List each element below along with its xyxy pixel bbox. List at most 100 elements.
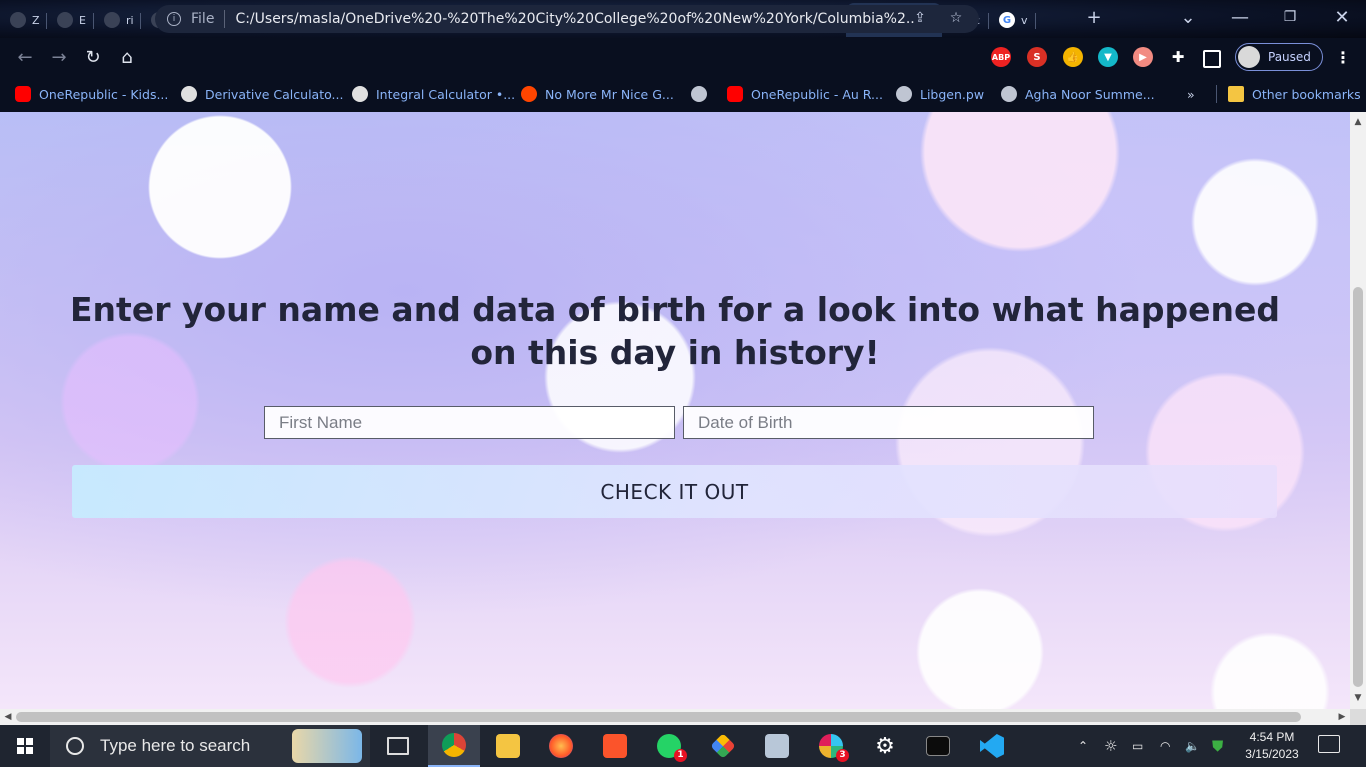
horizontal-scrollbar[interactable]: ◀ ▶ (0, 709, 1350, 725)
brave-icon (603, 734, 627, 758)
scroll-right-arrow-icon[interactable]: ▶ (1334, 709, 1350, 725)
bookmark-item[interactable]: OneRepublic - Au R... (727, 85, 883, 103)
security-shield-icon[interactable]: ⛊ (1212, 725, 1223, 767)
youtube-icon (15, 86, 31, 102)
vscode-icon (980, 734, 1004, 758)
reload-button[interactable]: ↻ (76, 40, 110, 74)
bookmark-item[interactable]: No More Mr Nice G... (521, 85, 674, 103)
date-of-birth-input[interactable] (683, 406, 1094, 439)
taskbar-whatsapp[interactable]: 1 (643, 725, 695, 767)
menu-kebab-icon[interactable]: ⋮ (1333, 47, 1353, 67)
scroll-left-arrow-icon[interactable]: ◀ (0, 709, 16, 725)
share-icon[interactable]: ⇪ (911, 10, 929, 28)
github-icon (104, 12, 120, 28)
volume-icon[interactable]: 🔈 (1185, 725, 1200, 767)
taskbar-settings[interactable]: ⚙ (859, 725, 911, 767)
new-tab-button[interactable]: + (1074, 0, 1114, 34)
browser-tab[interactable]: Z (0, 3, 47, 37)
browser-tab[interactable]: E (47, 3, 94, 37)
whatsapp-icon: 1 (657, 734, 687, 762)
browser-tab[interactable]: ri (94, 3, 141, 37)
taskbar-firefox[interactable] (535, 725, 587, 767)
video-extension-icon[interactable]: ▶ (1133, 47, 1153, 67)
taskbar-brave[interactable] (589, 725, 641, 767)
s-extension-icon[interactable]: S (1027, 47, 1047, 67)
taskbar-chrome[interactable] (428, 725, 480, 767)
taskbar-slack[interactable]: 3 (805, 725, 857, 767)
globe-icon (896, 86, 912, 102)
taskbar-app-printer[interactable] (751, 725, 803, 767)
taskbar-vscode[interactable] (966, 725, 1018, 767)
taskbar-clock[interactable]: 4:54 PM 3/15/2023 (1238, 729, 1306, 763)
start-button[interactable] (0, 725, 50, 767)
scroll-down-arrow-icon[interactable]: ▼ (1350, 690, 1366, 706)
bookmark-item[interactable]: Integral Calculator •... (352, 85, 515, 103)
slack-badge: 3 (836, 749, 849, 762)
taskbar-terminal[interactable] (912, 725, 964, 767)
minimize-button[interactable]: — (1220, 0, 1260, 34)
filter-extension-icon[interactable]: ▼ (1098, 47, 1118, 67)
show-hidden-icons-chevron-icon[interactable]: ⌃ (1078, 725, 1088, 767)
bookmark-label: Integral Calculator •... (376, 86, 516, 102)
address-bar[interactable]: i File C:/Users/masla/OneDrive%20-%20The… (155, 5, 979, 33)
globe-icon (691, 86, 707, 102)
bookmark-item[interactable] (691, 85, 715, 103)
extensions-puzzle-icon[interactable]: ✚ (1168, 47, 1188, 67)
profile-button[interactable]: Paused (1235, 43, 1323, 71)
forward-button[interactable]: → (42, 40, 76, 74)
reddit-icon (521, 86, 537, 102)
other-bookmarks-folder[interactable]: Other bookmarks (1228, 85, 1361, 103)
browser-tab[interactable]: Gv (989, 3, 1036, 37)
notification-center-icon[interactable] (1318, 735, 1340, 753)
taskbar-search-box[interactable]: Type here to search (50, 725, 370, 767)
scroll-up-arrow-icon[interactable]: ▲ (1350, 114, 1366, 130)
gear-icon: ⚙ (875, 733, 895, 759)
brightness-icon[interactable]: ☼ (1104, 725, 1117, 767)
horizontal-scroll-thumb[interactable] (16, 712, 1301, 722)
taskbar-app-diamond[interactable] (697, 725, 749, 767)
side-panel-icon[interactable] (1203, 50, 1221, 68)
wifi-icon[interactable]: ◠ (1160, 725, 1170, 767)
adblock-extension-icon[interactable]: ABP (991, 47, 1011, 67)
first-name-input[interactable] (264, 406, 675, 439)
page-content: Enter your name and data of birth for a … (0, 112, 1350, 709)
bookmark-item[interactable]: Derivative Calculato... (181, 85, 343, 103)
home-button[interactable]: ⌂ (110, 40, 144, 74)
terminal-icon (926, 736, 950, 756)
task-view-button[interactable] (372, 725, 424, 767)
bookmark-star-icon[interactable]: ☆ (947, 10, 965, 28)
slack-icon: 3 (819, 734, 849, 762)
bookmarks-divider (1216, 85, 1217, 103)
thumbs-up-extension-icon[interactable]: 👍 (1063, 47, 1083, 67)
close-window-button[interactable]: ✕ (1322, 0, 1362, 34)
firefox-icon (549, 734, 573, 758)
bookmark-label: Libgen.pw (920, 86, 985, 102)
address-divider (224, 10, 226, 28)
bookmark-item[interactable]: OneRepublic - Kids... (15, 85, 168, 103)
taskbar-search-placeholder: Type here to search (100, 736, 251, 755)
bookmark-item[interactable]: Agha Noor Summe... (1001, 85, 1155, 103)
url-text[interactable]: C:/Users/masla/OneDrive%20-%20The%20City… (235, 11, 915, 27)
bookmark-label: OneRepublic - Kids... (39, 86, 169, 102)
bookmarks-overflow-button[interactable]: » (1187, 85, 1195, 103)
tab-title: ri (126, 13, 134, 27)
tab-search-chevron-icon[interactable]: ⌄ (1168, 0, 1208, 34)
windows-logo-icon (17, 738, 33, 754)
calculator-icon (181, 86, 197, 102)
vertical-scroll-thumb[interactable] (1353, 287, 1363, 687)
github-icon (57, 12, 73, 28)
profile-status: Paused (1268, 50, 1311, 64)
bookmark-label: Agha Noor Summe... (1025, 86, 1155, 102)
site-info-icon[interactable]: i (167, 12, 181, 26)
check-it-out-button[interactable]: CHECK IT OUT (72, 465, 1277, 518)
bookmark-item[interactable]: Libgen.pw (896, 85, 984, 103)
battery-icon[interactable]: ▭ (1132, 725, 1143, 767)
github-icon (10, 12, 26, 28)
taskbar-file-explorer[interactable] (482, 725, 534, 767)
bookmark-label: OneRepublic - Au R... (751, 86, 883, 102)
vertical-scrollbar[interactable]: ▲ ▼ (1350, 112, 1366, 709)
restore-button[interactable]: ❐ (1270, 0, 1310, 34)
back-button[interactable]: ← (8, 40, 42, 74)
printer-icon (765, 734, 789, 758)
other-bookmarks-label: Other bookmarks (1252, 86, 1361, 102)
